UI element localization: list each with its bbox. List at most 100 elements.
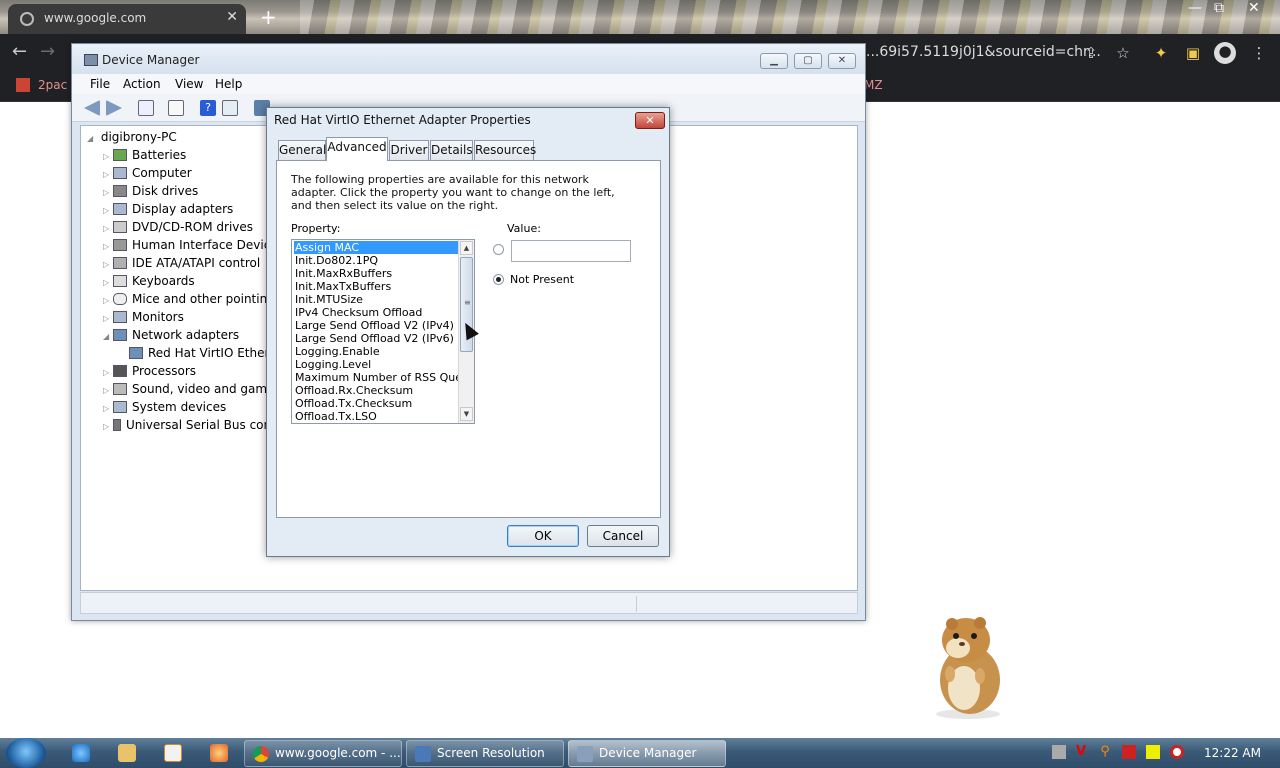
tree-item-virtio-adapter[interactable]: Red Hat VirtIO Ethern [129,344,277,362]
tree-item-mice[interactable]: ▷ Mice and other pointing [103,290,275,308]
cancel-button[interactable]: Cancel [587,525,659,547]
menu-view[interactable]: View [175,77,203,91]
property-item[interactable]: Init.MaxTxBuffers [294,280,459,293]
tree-item-hid[interactable]: ▷ Human Interface Device [103,236,278,254]
search-tray-icon[interactable]: ⚲ [1098,745,1112,759]
value-radio[interactable] [493,244,504,255]
property-item[interactable]: Init.MaxRxBuffers [294,267,459,280]
menu-help[interactable]: Help [215,77,242,91]
forward-arrow-icon[interactable] [106,100,122,116]
tab-driver[interactable]: Driver [389,140,429,160]
browser-tab[interactable]: www.google.com ✕ [8,4,246,34]
properties-icon[interactable] [168,100,184,116]
collapse-arrow-icon[interactable]: ◢ [87,130,97,148]
tree-item-computer[interactable]: ▷ Computer [103,164,192,182]
tree-item-monitors[interactable]: ▷ Monitors [103,308,184,326]
dm-maximize-button[interactable]: ▢ [794,53,822,69]
property-item[interactable]: Logging.Level [294,358,459,371]
dm-close-button[interactable]: ✕ [828,53,856,69]
show-hide-tree-icon[interactable] [138,100,154,116]
value-input[interactable] [511,240,631,262]
scroll-down-arrow-icon[interactable]: ▼ [460,407,473,421]
dm-minimize-button[interactable]: ▁ [760,53,788,69]
ok-button[interactable]: OK [507,525,579,547]
scroll-up-arrow-icon[interactable]: ▲ [460,241,473,255]
browser-close-button[interactable]: ✕ [1248,0,1260,16]
tree-item-label: Red Hat VirtIO Ethern [148,346,277,360]
tree-item-network-adapters[interactable]: ◢ Network adapters [103,326,239,344]
flag-tray-icon[interactable] [1122,745,1136,759]
tree-item-sound[interactable]: ▷ Sound, video and game [103,380,274,398]
property-item[interactable]: Init.Do802.1PQ [294,254,459,267]
browser-restore-button[interactable]: ⧉ [1214,0,1224,16]
device-manager-titlebar[interactable]: Device Manager ▁ ▢ ✕ [72,44,865,74]
taskbar-clock[interactable]: 12:22 AM [1204,746,1261,760]
task-device-manager[interactable]: Device Manager [568,740,726,767]
tree-item-label: Monitors [132,310,184,324]
tab-advanced[interactable]: Advanced [326,137,388,161]
property-item[interactable]: Large Send Offload V2 (IPv4) [294,319,459,332]
profile-avatar-icon[interactable]: ● [1214,42,1236,64]
task-chrome[interactable]: www.google.com - ... [244,740,402,767]
tab-general[interactable]: General [278,140,326,160]
dialog-titlebar[interactable]: Red Hat VirtIO Ethernet Adapter Properti… [267,108,669,134]
expand-arrow-icon[interactable]: ▷ [103,418,113,436]
extensions-icon[interactable]: ✦ [1152,44,1170,62]
tree-item-batteries[interactable]: ▷ Batteries [103,146,186,164]
share-icon[interactable]: ⇪ [1082,44,1100,62]
new-tab-button[interactable]: + [260,5,277,29]
tree-item-dvd-drives[interactable]: ▷ DVD/CD-ROM drives [103,218,253,236]
forward-button[interactable]: → [40,41,55,62]
star-icon[interactable]: ☆ [1114,44,1132,62]
menu-action[interactable]: Action [123,77,161,91]
tree-item-usb[interactable]: ▷ Universal Serial Bus con [103,416,271,434]
firefox-icon[interactable] [210,744,228,762]
tab-details[interactable]: Details [430,140,473,160]
collapse-arrow-icon[interactable]: ◢ [103,328,113,346]
media-player-icon[interactable] [164,744,182,762]
tree-item-system-devices[interactable]: ▷ System devices [103,398,226,416]
tree-item-ide[interactable]: ▷ IDE ATA/ATAPI control [103,254,260,272]
explorer-icon[interactable] [118,744,136,762]
task-screen-resolution[interactable]: Screen Resolution [406,740,564,767]
view-icon[interactable] [222,100,238,116]
tab-resources[interactable]: Resources [474,140,536,160]
tree-item-processors[interactable]: ▷ Processors [103,362,196,380]
tree-item-display-adapters[interactable]: ▷ Display adapters [103,200,233,218]
address-bar-url[interactable]: ...69i57.5119j0j1&sourceid=chr... [866,44,1101,60]
side-panel-icon[interactable]: ▣ [1184,44,1202,62]
back-button[interactable]: ← [12,41,27,62]
system-device-icon [113,401,127,413]
property-item[interactable]: Logging.Enable [294,345,459,358]
tree-item-keyboards[interactable]: ▷ Keyboards [103,272,195,290]
disk-drive-icon [113,185,127,197]
chrome-menu-icon[interactable]: ⋮ [1250,44,1268,62]
hamster-desktop-pet[interactable] [922,614,1010,720]
menu-file[interactable]: File [90,77,110,91]
property-item[interactable]: IPv4 Checksum Offload [294,306,459,319]
property-item[interactable]: Offload.Tx.LSO [294,410,459,423]
bookmark-mz[interactable]: MZ [864,78,883,92]
property-item[interactable]: Offload.Rx.Checksum [294,384,459,397]
tree-root[interactable]: ◢ digibrony-PC [87,128,177,146]
bookmark-icon [16,78,30,92]
start-button[interactable] [6,738,46,768]
network-tray-icon[interactable] [1052,745,1066,759]
not-present-radio[interactable] [493,274,504,285]
ie-icon[interactable] [72,744,90,762]
back-arrow-icon[interactable] [84,100,100,116]
property-item[interactable]: Offload.Tx.Checksum [294,397,459,410]
tree-item-disk-drives[interactable]: ▷ Disk drives [103,182,198,200]
property-listbox[interactable]: Assign MAC Init.Do802.1PQ Init.MaxRxBuff… [291,239,475,424]
message-tray-icon[interactable] [1146,745,1160,759]
browser-minimize-button[interactable]: — [1188,0,1202,16]
property-item[interactable]: Large Send Offload V2 (IPv6) [294,332,459,345]
antivirus-tray-icon[interactable]: V [1074,745,1088,759]
help-icon[interactable]: ? [200,100,216,116]
close-tab-icon[interactable]: ✕ [226,9,238,25]
volume-tray-icon[interactable] [1170,745,1184,759]
property-item[interactable]: Maximum Number of RSS Queues [294,371,474,384]
property-item[interactable]: Init.MTUSize [294,293,459,306]
dialog-close-button[interactable]: ✕ [635,112,665,129]
property-item-selected[interactable]: Assign MAC [294,241,459,254]
